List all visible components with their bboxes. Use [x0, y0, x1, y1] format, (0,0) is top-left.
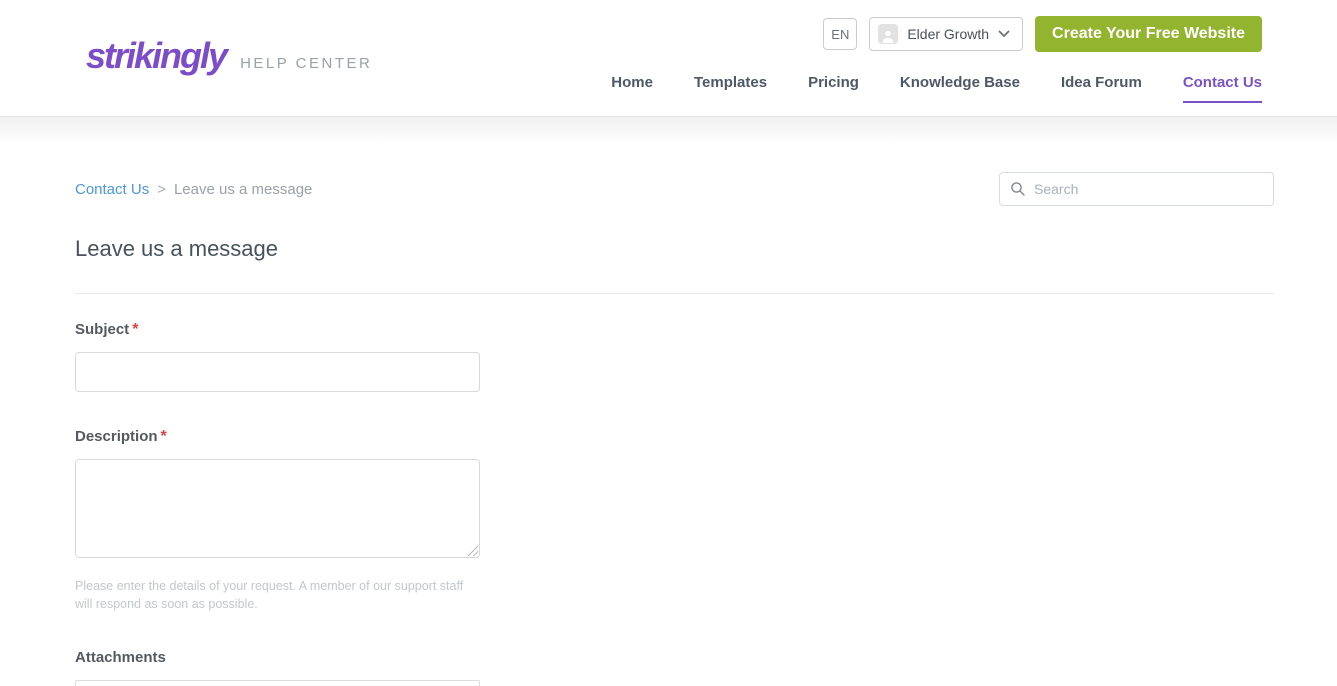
attachments-field-group: Attachments Add file or drop files here: [75, 649, 1274, 686]
strikingly-logo: strikingly: [86, 35, 228, 76]
header-actions: EN Elder Growth Create Your Free Website: [823, 16, 1262, 52]
nav-item-pricing[interactable]: Pricing: [808, 73, 859, 103]
description-help-text: Please enter the details of your request…: [75, 579, 464, 611]
attachments-label: Attachments: [75, 649, 166, 666]
breadcrumb-current: Leave us a message: [173, 180, 313, 198]
user-name: Elder Growth: [907, 26, 990, 42]
search-input[interactable]: [1034, 181, 1263, 197]
main-content: Contact Us > Leave us a message Leave us…: [0, 145, 1337, 686]
search-icon: [1010, 181, 1026, 197]
nav-item-knowledge-base[interactable]: Knowledge Base: [900, 73, 1020, 103]
attachments-dropzone[interactable]: Add file or drop files here: [75, 680, 480, 686]
page-title: Leave us a message: [75, 236, 279, 261]
logo[interactable]: strikingly HELP CENTER: [86, 36, 372, 76]
header-shadow: [0, 117, 1337, 145]
description-label: Description: [75, 428, 158, 445]
subject-required-mark: *: [132, 321, 139, 338]
description-textarea-wrap: [75, 459, 480, 558]
user-avatar-icon: [878, 24, 899, 44]
create-website-button[interactable]: Create Your Free Website: [1035, 16, 1262, 52]
description-required-mark: *: [160, 428, 167, 445]
breadcrumb-contact-us-link[interactable]: Contact Us: [75, 181, 149, 198]
nav-item-idea-forum[interactable]: Idea Forum: [1061, 73, 1142, 103]
language-button[interactable]: EN: [823, 18, 858, 50]
nav-item-templates[interactable]: Templates: [694, 73, 767, 103]
topbar: Contact Us > Leave us a message: [75, 172, 1274, 206]
subject-label: Subject: [75, 321, 130, 338]
nav-item-contact-us[interactable]: Contact Us: [1182, 73, 1262, 103]
subject-input[interactable]: [75, 352, 480, 392]
help-center-label: HELP CENTER: [240, 55, 373, 72]
nav-item-home[interactable]: Home: [611, 73, 653, 103]
search-box[interactable]: [999, 172, 1274, 206]
contact-form: Subject * Description * Please enter the d…: [75, 321, 1274, 686]
main-nav: Home Templates Pricing Knowledge Base Id…: [611, 73, 1262, 103]
header: strikingly HELP CENTER EN Elder Growth C…: [0, 0, 1337, 117]
chevron-down-icon: [998, 30, 1010, 38]
description-field-group: Description * Please enter the details of…: [75, 428, 1274, 613]
description-textarea[interactable]: [75, 459, 480, 558]
subject-field-group: Subject *: [75, 321, 1274, 392]
breadcrumb-separator: >: [157, 180, 166, 198]
breadcrumb: Contact Us > Leave us a message: [75, 181, 312, 198]
user-menu[interactable]: Elder Growth: [869, 17, 1024, 51]
divider: [75, 293, 1274, 294]
